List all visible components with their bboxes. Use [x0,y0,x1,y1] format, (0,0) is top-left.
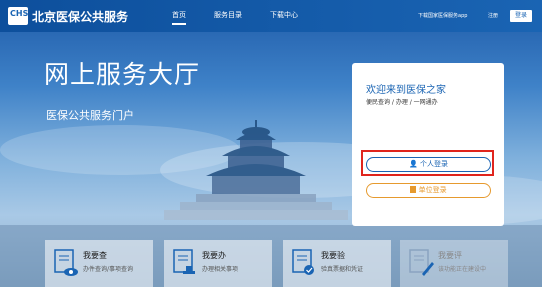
nav-download-center[interactable]: 下载中心 [270,10,298,20]
hero-title: 网上服务大厅 [44,60,201,89]
download-app-link[interactable]: 下载国家医保服务app [418,12,467,19]
nav-home[interactable]: 首页 [172,10,186,25]
tile-subtitle: 办件查询/事项查询 [83,266,134,273]
tile-title: 我要评 [438,251,462,260]
stamp-document-icon [173,249,195,274]
unit-login-label: 单位登录 [418,186,447,194]
tile-title: 我要办 [202,251,226,260]
tile-handle[interactable]: 我要办 办理相关事项 [164,240,272,287]
card-tagline: 便民查询 / 办理 / 一网通办 [366,99,438,106]
eye-document-icon [54,249,78,276]
tile-subtitle: 该功能正在建设中 [438,266,487,273]
verify-document-icon [292,249,314,275]
pen-document-icon [409,249,434,276]
tile-verify[interactable]: 我要验 验真票据和凭证 [283,240,391,287]
tile-evaluate[interactable]: 我要评 该功能正在建设中 [400,240,508,287]
unit-login-button[interactable]: 单位登录 [366,183,491,198]
nav-service-catalog[interactable]: 服务目录 [214,10,242,20]
tile-title: 我要查 [83,251,107,260]
site-title[interactable]: 北京医保公共服务 [32,8,128,25]
building-icon [410,186,417,193]
register-link[interactable]: 注册 [488,12,498,19]
hero-subtitle: 医保公共服务门户 [46,109,134,122]
top-navigation-bar: CHS 北京医保公共服务 首页 服务目录 下载中心 下载国家医保服务app 注册… [0,0,542,32]
tile-subtitle: 验真票据和凭证 [321,266,364,273]
tile-query[interactable]: 我要查 办件查询/事项查询 [45,240,153,287]
chs-logo-icon[interactable]: CHS [8,7,28,25]
tile-subtitle: 办理相关事项 [202,266,239,273]
tile-title: 我要验 [321,251,345,260]
highlight-box [361,150,494,176]
welcome-text: 欢迎来到医保之家 [366,85,446,96]
login-card: 欢迎来到医保之家 便民查询 / 办理 / 一网通办 👤 个人登录 单位登录 [352,63,504,226]
header-login-button[interactable]: 登录 [510,10,532,22]
